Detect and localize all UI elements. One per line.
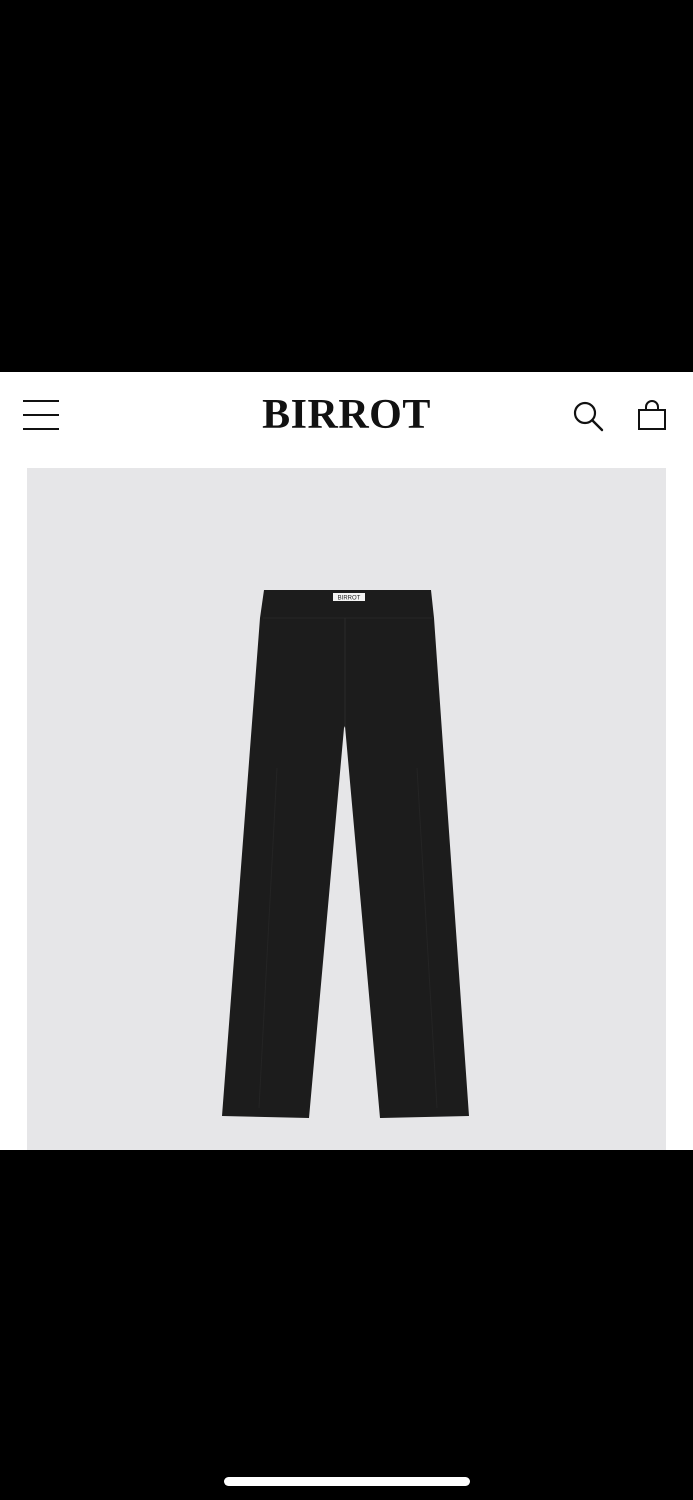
- home-indicator[interactable]: [224, 1477, 470, 1486]
- waist-label: BIRROT: [338, 596, 361, 602]
- search-button[interactable]: [568, 396, 608, 436]
- page: BIRROT BIRROT: [0, 372, 693, 1150]
- bottom-letterbox: [0, 1150, 693, 1500]
- top-letterbox: [0, 0, 693, 372]
- trousers-image: BIRROT: [222, 590, 469, 1118]
- search-icon: [573, 401, 604, 432]
- shopping-bag-icon: [638, 400, 666, 430]
- site-header: BIRROT: [0, 372, 693, 462]
- product-image[interactable]: BIRROT: [27, 468, 666, 1150]
- cart-button[interactable]: [632, 396, 672, 436]
